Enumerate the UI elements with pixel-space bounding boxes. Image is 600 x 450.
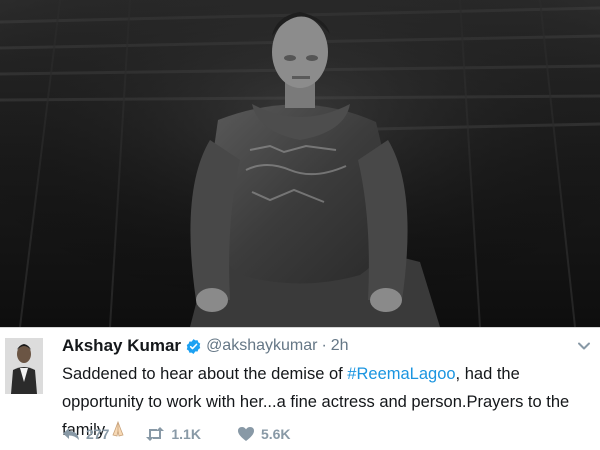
reply-count: 277 [86,426,110,442]
hashtag-link[interactable]: #ReemaLagoo [347,365,455,383]
display-name[interactable]: Akshay Kumar [62,336,181,356]
user-handle[interactable]: @akshaykumar [206,337,317,355]
like-count: 5.6K [260,426,291,442]
chevron-down-icon[interactable] [576,338,592,354]
page: Akshay Kumar @akshaykumar · 2h Saddened … [0,0,600,450]
verified-badge-icon [185,338,202,355]
tweet-header: Akshay Kumar @akshaykumar · 2h [62,334,349,358]
retweet-button[interactable]: 1.1K [145,426,201,442]
tweet-card: Akshay Kumar @akshaykumar · 2h Saddened … [0,327,600,450]
tweet-text-before: Saddened to hear about the demise of [62,365,348,383]
news-photo [0,0,600,327]
reply-icon [63,428,79,440]
separator-dot: · [321,337,327,354]
heart-icon [237,427,254,441]
tweet-actions: 277 1.1K 5.6K [62,426,327,442]
retweet-icon [146,427,165,441]
avatar[interactable] [5,338,43,394]
reply-button[interactable]: 277 [62,426,109,442]
tweet-timestamp[interactable]: 2h [331,337,349,355]
retweet-count: 1.1K [171,426,201,442]
like-button[interactable]: 5.6K [237,426,291,442]
